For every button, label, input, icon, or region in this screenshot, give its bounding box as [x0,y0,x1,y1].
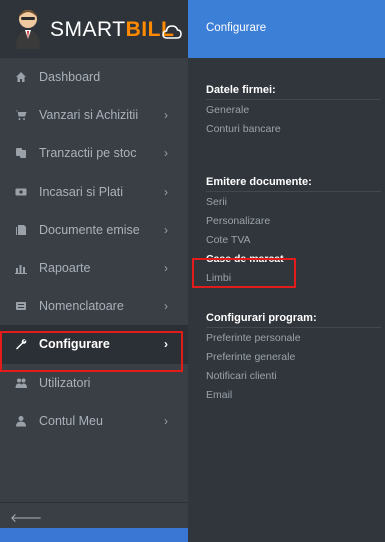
submenu-link-notificari-clienti[interactable]: Notificari clienti [206,370,277,382]
section-divider [206,327,381,328]
chevron-right-icon: › [164,222,168,237]
sidebar-item-label: Documente emise [39,222,140,237]
cart-icon [15,109,27,121]
submenu-link-preferinte-generale[interactable]: Preferinte generale [206,351,295,363]
sidebar-item-documente-emise[interactable]: Documente emise › [0,211,188,249]
users-icon [15,377,27,389]
sidebar: SMARTBILL Dashboard Vanzari si Achizitii ›… [0,0,188,542]
stock-icon [15,147,27,159]
highlight-configurare [0,331,183,372]
sidebar-item-contul-meu[interactable]: Contul Meu › [0,402,188,440]
user-icon [15,415,27,427]
submenu-section-title: Emitere documente: [206,176,312,188]
section-divider [206,99,381,100]
sidebar-item-tranzactii-pe-stoc[interactable]: Tranzactii pe stoc › [0,134,188,172]
chevron-right-icon: › [164,413,168,428]
submenu-link-preferinte-personale[interactable]: Preferinte personale [206,332,301,344]
chevron-right-icon: › [164,146,168,161]
sidebar-item-incasari-si-plati[interactable]: Incasari si Plati › [0,173,188,211]
app-window: SMARTBILL Dashboard Vanzari si Achizitii ›… [0,0,385,542]
section-divider [206,191,381,192]
brand-smart: SMART [50,18,126,41]
sidebar-item-label: Vanzari si Achizitii [39,108,139,123]
chevron-right-icon: › [164,299,168,314]
sidebar-divider [0,502,188,503]
submenu-link-conturi-bancare[interactable]: Conturi bancare [206,123,281,135]
sidebar-item-label: Nomenclatoare [39,299,124,314]
logo-bar[interactable]: SMARTBILL [0,0,188,58]
sidebar-item-label: Dashboard [39,70,101,85]
collapse-sidebar-icon[interactable]: 🡐 [10,510,42,525]
sidebar-item-rapoarte[interactable]: Rapoarte › [0,249,188,287]
sidebar-item-label: Utilizatori [39,375,91,390]
sidebar-item-label: Incasari si Plati [39,184,124,199]
chevron-right-icon: › [164,184,168,199]
submenu-title: Configurare [206,22,267,34]
submenu-header: Configurare [188,0,385,58]
submenu-link-generale[interactable]: Generale [206,104,249,116]
avatar [16,10,40,49]
submenu-section-title: Configurari program: [206,312,317,324]
brand-logo: SMARTBILL [50,18,174,42]
list-icon [15,300,27,312]
sidebar-item-label: Contul Meu [39,413,103,428]
submenu-link-cote-tva[interactable]: Cote TVA [206,234,251,246]
sidebar-bottom-bar [0,528,188,542]
submenu-link-serii[interactable]: Serii [206,196,227,208]
highlight-case-de-marcat [192,258,296,288]
sidebar-item-nomenclatoare[interactable]: Nomenclatoare › [0,287,188,325]
submenu-section-title: Datele firmei: [206,84,276,96]
sidebar-item-label: Tranzactii pe stoc [39,146,137,161]
sidebar-item-dashboard[interactable]: Dashboard [0,58,188,96]
sidebar-item-label: Rapoarte [39,261,91,276]
sidebar-item-vanzari-si-achizitii[interactable]: Vanzari si Achizitii › [0,96,188,134]
money-icon [15,186,27,198]
cloud-icon [162,25,182,39]
submenu-link-email[interactable]: Email [206,389,232,401]
bar-chart-icon [15,262,27,275]
documents-icon [15,224,27,236]
home-icon [15,71,27,83]
chevron-right-icon: › [164,108,168,123]
submenu-link-personalizare[interactable]: Personalizare [206,215,270,227]
chevron-right-icon: › [164,261,168,276]
